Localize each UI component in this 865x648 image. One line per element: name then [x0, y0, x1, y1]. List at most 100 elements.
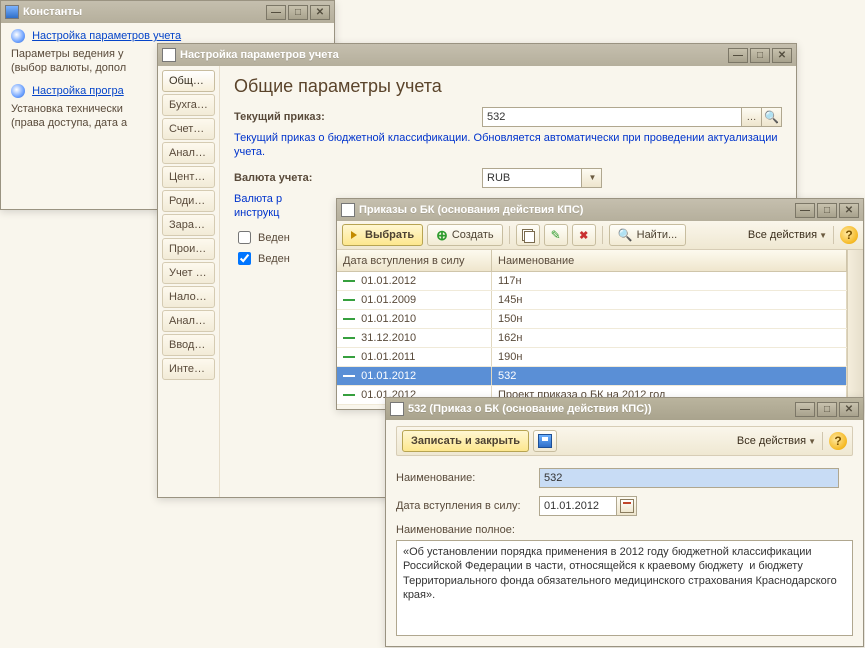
toolbar: Выбрать ⊕ Создать ✎ ✖ 🔍 Найти... Все дей… — [337, 221, 863, 250]
table-row[interactable]: 01.01.2011190н — [337, 348, 847, 367]
form-icon — [162, 48, 176, 62]
toolbar: Записать и закрыть Все действия▼ ? — [396, 426, 853, 456]
calendar-icon — [620, 499, 634, 513]
maximize-button[interactable]: □ — [288, 5, 308, 20]
maximize-button[interactable]: □ — [817, 402, 837, 417]
checkbox-label: Веден — [258, 253, 290, 265]
minimize-button[interactable]: ― — [728, 48, 748, 63]
sidebar-item[interactable]: Учет на счете 208.00 — [162, 262, 215, 284]
grid-body: 01.01.2012117н 01.01.2009145н 01.01.2010… — [337, 272, 847, 405]
input-date[interactable] — [539, 496, 617, 516]
sidebar-item[interactable]: Аналитика плана ФХД — [162, 310, 215, 332]
scrollbar[interactable] — [847, 250, 863, 410]
table-row[interactable]: 01.01.2012532 — [337, 367, 847, 386]
minimize-button[interactable]: ― — [795, 203, 815, 218]
sidebar-item[interactable]: Общие настройки — [162, 70, 215, 92]
list-icon — [341, 203, 355, 217]
close-button[interactable]: ✕ — [772, 48, 792, 63]
row-status-icon — [343, 375, 355, 377]
hint-line: Валюта р — [234, 193, 282, 205]
sidebar-item[interactable]: Аналитический учет — [162, 142, 215, 164]
label-fullname: Наименование полное: — [396, 524, 515, 536]
plus-icon: ⊕ — [436, 227, 448, 244]
desc-line: (выбор валюты, допол — [11, 62, 126, 74]
table-row[interactable]: 01.01.2010150н — [337, 310, 847, 329]
checkbox-label: Веден — [258, 232, 290, 244]
minimize-button[interactable]: ― — [266, 5, 286, 20]
sidebar-item[interactable]: Ввод ден. обязательств — [162, 334, 215, 356]
grid: Дата вступления в силу Наименование 01.0… — [337, 250, 847, 410]
gear-icon — [11, 29, 25, 43]
delete-button[interactable]: ✖ — [572, 224, 596, 246]
create-button[interactable]: ⊕ Создать — [427, 224, 503, 246]
select-button[interactable]: Выбрать — [342, 224, 423, 246]
page-title: Общие параметры учета — [234, 76, 782, 97]
col-name-header[interactable]: Наименование — [492, 250, 847, 271]
table-row[interactable]: 31.12.2010162н — [337, 329, 847, 348]
button-label: Создать — [452, 229, 494, 241]
sidebar-item[interactable]: Заработная плата — [162, 214, 215, 236]
window-order-form: 532 (Приказ о БК (основание действия КПС… — [385, 397, 864, 647]
all-actions-menu[interactable]: Все действия▼ — [737, 435, 816, 447]
maximize-button[interactable]: □ — [817, 203, 837, 218]
magnifier-icon: 🔍 — [618, 228, 633, 242]
open-button[interactable]: 🔍 — [762, 107, 782, 127]
sidebar-item[interactable]: Бухгалтерская справка — [162, 94, 215, 116]
link-accounting-params[interactable]: Настройка параметров учета — [32, 30, 181, 42]
save-icon — [538, 434, 552, 448]
delete-icon: ✖ — [579, 229, 588, 242]
sidebar-item[interactable]: Производство — [162, 238, 215, 260]
checkbox-option-1[interactable] — [238, 231, 251, 244]
dropdown-button[interactable]: ▼ — [582, 168, 602, 188]
table-row[interactable]: 01.01.2012117н — [337, 272, 847, 291]
title-text: 532 (Приказ о БК (основание действия КПС… — [408, 403, 791, 415]
maximize-button[interactable]: □ — [750, 48, 770, 63]
sidebar-item[interactable]: Центр. бухгалтерия — [162, 166, 215, 188]
col-date-header[interactable]: Дата вступления в силу — [337, 250, 492, 271]
textarea-fullname[interactable] — [396, 540, 853, 636]
label-name: Наименование: — [396, 472, 531, 484]
titlebar-constants[interactable]: Константы ― □ ✕ — [1, 1, 334, 23]
help-button[interactable]: ? — [829, 432, 847, 450]
titlebar-order[interactable]: 532 (Приказ о БК (основание действия КПС… — [386, 398, 863, 420]
row-status-icon — [343, 394, 355, 396]
help-button[interactable]: ? — [840, 226, 858, 244]
edit-button[interactable]: ✎ — [544, 224, 568, 246]
row-status-icon — [343, 337, 355, 339]
save-button[interactable] — [533, 430, 557, 452]
doc-icon — [390, 402, 404, 416]
sidebar-item[interactable]: Счета учета — [162, 118, 215, 140]
lookup-button[interactable]: … — [742, 107, 762, 127]
titlebar-settings[interactable]: Настройка параметров учета ― □ ✕ — [158, 44, 796, 66]
app-icon — [5, 5, 19, 19]
copy-button[interactable] — [516, 224, 540, 246]
gear-icon — [11, 84, 25, 98]
hint-current-order: Текущий приказ о бюджетной классификации… — [234, 131, 782, 160]
sidebar-item[interactable]: Родительская плата — [162, 190, 215, 212]
minimize-button[interactable]: ― — [795, 402, 815, 417]
input-current-order[interactable] — [482, 107, 742, 127]
calendar-button[interactable] — [617, 496, 637, 516]
titlebar-orders[interactable]: Приказы о БК (основания действия КПС) ― … — [337, 199, 863, 221]
save-close-button[interactable]: Записать и закрыть — [402, 430, 529, 452]
close-button[interactable]: ✕ — [839, 203, 859, 218]
copy-icon — [522, 229, 534, 241]
close-button[interactable]: ✕ — [310, 5, 330, 20]
close-button[interactable]: ✕ — [839, 402, 859, 417]
magnifier-icon: 🔍 — [764, 110, 779, 124]
input-name[interactable] — [539, 468, 839, 488]
row-status-icon — [343, 299, 355, 301]
pencil-icon: ✎ — [551, 228, 561, 242]
input-currency[interactable] — [482, 168, 582, 188]
chevron-down-icon: ▼ — [819, 231, 827, 240]
link-program-settings[interactable]: Настройка програ — [32, 85, 124, 97]
chevron-down-icon: ▼ — [589, 173, 597, 182]
checkbox-option-2[interactable] — [238, 252, 251, 265]
desc-line: Параметры ведения у — [11, 48, 124, 60]
all-actions-menu[interactable]: Все действия▼ — [748, 229, 827, 241]
sidebar-item[interactable]: Налог на прибыль — [162, 286, 215, 308]
button-label: Найти... — [637, 229, 678, 241]
table-row[interactable]: 01.01.2009145н — [337, 291, 847, 310]
sidebar-item[interactable]: Интеграция — [162, 358, 215, 380]
find-button[interactable]: 🔍 Найти... — [609, 224, 687, 246]
